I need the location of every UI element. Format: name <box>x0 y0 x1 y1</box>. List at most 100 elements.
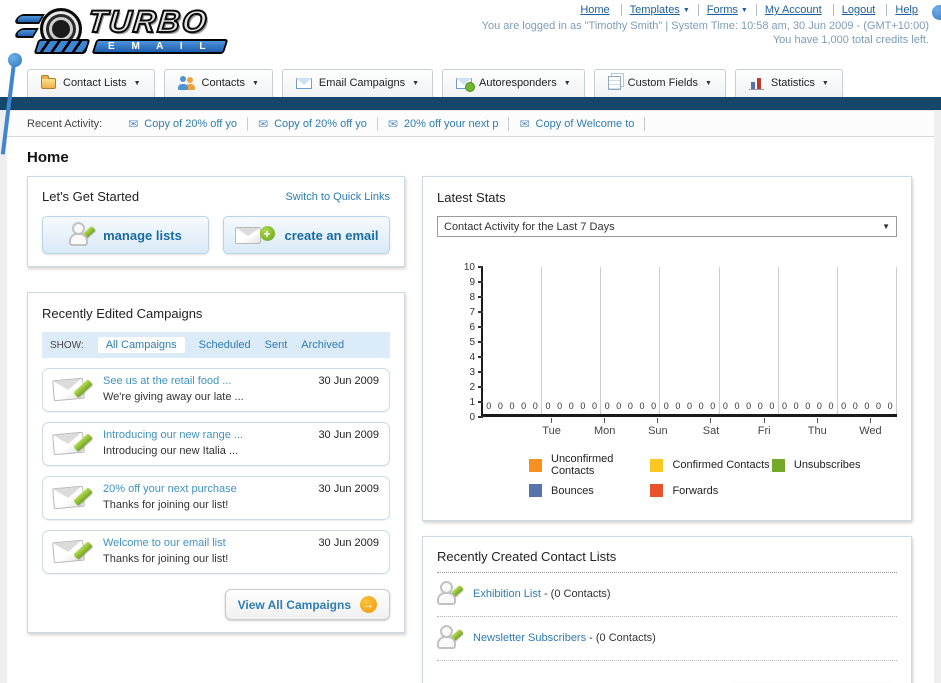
data-point-label: 0 <box>497 401 503 411</box>
credits-info: You have 1,000 total credits left. <box>772 34 929 46</box>
envelope-icon <box>234 227 261 244</box>
tick-mark <box>478 416 483 418</box>
data-point-label: 0 <box>616 401 622 411</box>
data-point-label: 0 <box>639 401 645 411</box>
page-title: Home <box>27 149 69 166</box>
data-point-label: 0 <box>805 401 811 411</box>
top-nav-link[interactable]: Templates <box>630 4 680 16</box>
data-point-label: 0 <box>828 401 834 411</box>
corner-dot-decoration <box>932 5 941 20</box>
data-point-label: 0 <box>757 401 763 411</box>
campaign-filter[interactable]: All Campaigns <box>97 337 185 353</box>
recent-activity-item[interactable]: ✉ Copy of 20% off yo <box>248 116 378 131</box>
campaign-title-link[interactable]: Welcome to our email list <box>103 537 308 549</box>
campaign-card[interactable]: Welcome to our email list Thanks for joi… <box>42 530 390 574</box>
nav-tab[interactable]: Contacts ▼ <box>163 69 273 97</box>
y-axis-tick: 9 <box>469 276 483 288</box>
top-nav-link[interactable]: Help <box>895 4 918 16</box>
legend-item: Bounces <box>529 484 650 497</box>
top-nav-item[interactable]: Templates ▼ <box>620 4 698 16</box>
y-axis-tick-label: 10 <box>463 261 475 273</box>
recent-activity-bar: Recent Activity: ✉ Copy of 20% off yo ✉ … <box>7 111 934 137</box>
contact-list-item[interactable]: Newsletter Subscribers - (0 Contacts) <box>437 617 897 661</box>
top-nav-item[interactable]: Help <box>886 4 929 16</box>
edited-campaign-icon <box>52 429 93 459</box>
recent-activity-item[interactable]: ✉ Copy of Welcome to <box>509 116 646 131</box>
campaign-filter[interactable]: Scheduled <box>199 339 251 351</box>
top-nav-link[interactable]: Home <box>580 4 609 16</box>
campaign-title-link[interactable]: 20% off your next purchase <box>103 483 308 495</box>
campaign-filter[interactable]: Sent <box>265 339 288 351</box>
chart-group: 00000 <box>542 267 602 414</box>
manage-lists-label: manage lists <box>103 227 182 243</box>
manage-lists-button[interactable]: manage lists <box>42 216 209 254</box>
nav-tab[interactable]: Statistics ▼ <box>734 69 843 97</box>
recent-activity-item[interactable]: ✉ 20% off your next p <box>378 116 510 131</box>
tick-mark <box>478 326 483 328</box>
recent-activity-link[interactable]: Copy of 20% off yo <box>274 118 367 130</box>
x-axis-label: Tue <box>525 418 578 437</box>
plus-icon: + <box>259 226 275 241</box>
campaign-title-link[interactable]: See us at the retail food ... <box>103 375 308 387</box>
legend-item: Unsubscribes <box>771 453 893 477</box>
y-axis-tick-label: 7 <box>469 306 475 318</box>
get-started-title: Let's Get Started <box>42 189 140 204</box>
top-nav-item[interactable]: My Account <box>755 4 833 16</box>
data-point-label: 0 <box>663 401 669 411</box>
recent-activity-link[interactable]: Copy of Welcome to <box>536 118 635 130</box>
contact-lists-title: Recently Created Contact Lists <box>437 549 897 573</box>
nav-tab[interactable]: Custom Fields ▼ <box>593 69 726 97</box>
create-email-button[interactable]: + create an email <box>223 216 390 254</box>
data-point-label: 0 <box>769 401 775 411</box>
top-nav-link[interactable]: Logout <box>842 4 876 16</box>
y-axis-tick-label: 2 <box>469 381 475 393</box>
logo-email-bar: E M A I L <box>91 39 229 54</box>
chevron-down-icon: ▼ <box>821 79 829 87</box>
logo-email-text: E M A I L <box>107 41 213 52</box>
top-nav-item[interactable]: Logout <box>832 4 887 16</box>
campaign-filter[interactable]: Archived <box>301 339 344 351</box>
pencil-icon <box>78 225 96 243</box>
campaign-card[interactable]: See us at the retail food ... We're givi… <box>42 368 390 412</box>
top-nav-item[interactable]: Home <box>572 4 620 16</box>
tick-mark <box>478 386 483 388</box>
campaign-title-link[interactable]: Introducing our new range ... <box>103 429 308 441</box>
contact-list-item[interactable]: Exhibition List - (0 Contacts) <box>437 573 897 617</box>
y-axis-tick: 8 <box>469 291 483 303</box>
contact-list-link[interactable]: Exhibition List <box>473 588 541 600</box>
custom-fields-icon <box>607 76 621 90</box>
campaign-card[interactable]: 20% off your next purchase Thanks for jo… <box>42 476 390 520</box>
legend-label: Forwards <box>672 484 719 497</box>
campaign-date: 30 Jun 2009 <box>318 483 379 495</box>
top-nav-link[interactable]: My Account <box>765 4 822 16</box>
y-axis-tick-label: 5 <box>469 336 475 348</box>
stats-period-dropdown[interactable]: Contact Activity for the Last 7 Days ▼ <box>437 216 897 237</box>
y-axis-tick: 10 <box>463 261 483 273</box>
latest-stats-panel: Latest Stats Contact Activity for the La… <box>422 176 912 521</box>
top-nav-item[interactable]: Forms ▼ <box>697 4 756 16</box>
campaign-date: 30 Jun 2009 <box>318 537 379 549</box>
campaign-filter-bar: SHOW: All Campaigns Scheduled Sent Archi… <box>42 332 390 358</box>
view-all-campaigns-button[interactable]: View All Campaigns → <box>224 589 390 620</box>
recent-activity-link[interactable]: 20% off your next p <box>404 118 499 130</box>
switch-quick-links-link[interactable]: Switch to Quick Links <box>285 191 390 203</box>
data-point-label: 0 <box>734 401 740 411</box>
legend-label: Bounces <box>551 484 594 497</box>
nav-tab[interactable]: Contact Lists ▼ <box>27 69 155 97</box>
data-point-label: 0 <box>698 401 704 411</box>
tick-mark <box>478 281 483 283</box>
contact-list-link[interactable]: Newsletter Subscribers <box>473 632 586 644</box>
show-label: SHOW: <box>50 339 84 351</box>
data-point-label: 0 <box>604 401 610 411</box>
recent-activity-item[interactable]: ✉ Copy of 20% off yo <box>118 116 249 131</box>
data-point-label: 0 <box>746 401 752 411</box>
chevron-down-icon: ▼ <box>682 6 690 14</box>
tick-mark <box>478 311 483 313</box>
envelope-icon: ✉ <box>387 116 398 131</box>
recent-activity-link[interactable]: Copy of 20% off yo <box>144 118 237 130</box>
top-nav-link[interactable]: Forms <box>707 4 738 16</box>
x-axis-label: Sat <box>684 418 737 437</box>
nav-tab[interactable]: Email Campaigns ▼ <box>281 69 434 97</box>
campaign-card[interactable]: Introducing our new range ... Introducin… <box>42 422 390 466</box>
nav-tab[interactable]: Autoresponders ▼ <box>442 69 585 97</box>
